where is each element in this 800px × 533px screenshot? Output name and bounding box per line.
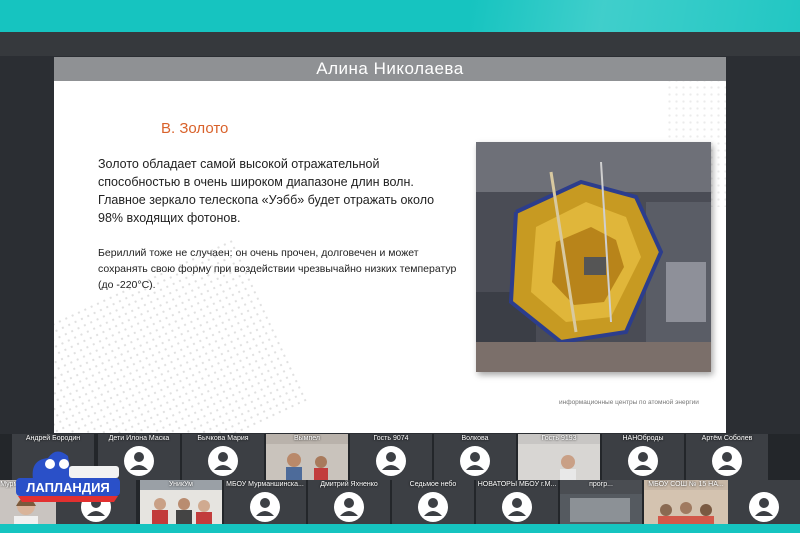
avatar-icon	[124, 446, 154, 476]
participant-tile[interactable]: МБОУ Мурманшинска...	[224, 480, 306, 526]
presenter-name: Алина Николаева	[54, 57, 726, 81]
slide-paragraph-2: Бериллий тоже не случаен: он очень проче…	[98, 247, 457, 291]
participant-tile[interactable]: Артём Соболев	[686, 434, 768, 480]
participant-tile[interactable]: Гость 9074	[350, 434, 432, 480]
laplandia-logo: ЛАПЛАНДИЯ	[14, 440, 122, 504]
participant-video[interactable]: Вымпел	[266, 434, 348, 480]
avatar-icon	[376, 446, 406, 476]
presentation-slide: Алина Николаева B. Золото Золото обладае…	[54, 57, 726, 433]
avatar-icon	[460, 446, 490, 476]
bottom-bar	[0, 524, 800, 533]
avatar-icon	[712, 446, 742, 476]
participant-tile[interactable]: Бычкова Мария	[182, 434, 264, 480]
participant-tile[interactable]: НАНОброды	[602, 434, 684, 480]
participant-tile[interactable]: Дмитрий Яхненко	[308, 480, 390, 526]
slide-paragraph-1: Золото обладает самой высокой отражатель…	[98, 157, 435, 225]
slide-footnote: информационные центры по атомной энергии	[559, 399, 699, 406]
toolbar	[0, 32, 800, 56]
avatar-icon	[628, 446, 658, 476]
participant-tile[interactable]: Седьмое небо	[392, 480, 474, 526]
avatar-icon	[250, 492, 280, 522]
avatar-icon	[502, 492, 532, 522]
participant-tile[interactable]: Волкова	[434, 434, 516, 480]
participant-video[interactable]: МБОУ СОШ № 15 НА...	[644, 480, 728, 526]
svg-text:ЛАПЛАНДИЯ: ЛАПЛАНДИЯ	[26, 480, 110, 495]
slide-heading: B. Золото	[161, 120, 229, 137]
avatar-icon	[334, 492, 364, 522]
avatar-icon	[418, 492, 448, 522]
participant-video[interactable]: прогр...	[560, 480, 642, 526]
participant-tile[interactable]	[728, 480, 800, 526]
avatar-icon	[749, 492, 779, 522]
participant-video[interactable]: Гость 9193	[518, 434, 600, 480]
avatar-icon	[208, 446, 238, 476]
telescope-mirror-photo	[476, 142, 711, 372]
participant-video[interactable]: УникУм	[140, 480, 222, 526]
top-bar	[0, 0, 800, 32]
participant-tile[interactable]: НОВАТОРЫ МБОУ г.М...	[476, 480, 558, 526]
